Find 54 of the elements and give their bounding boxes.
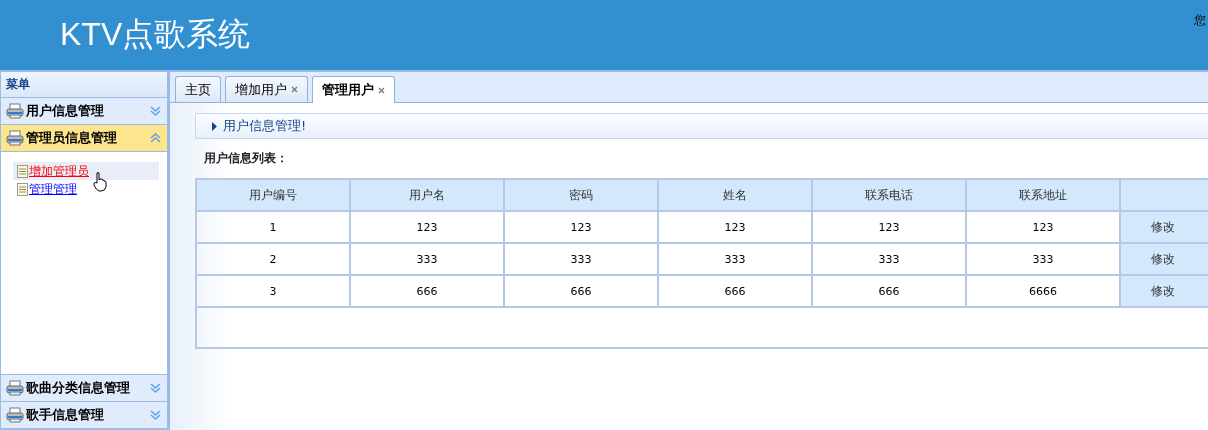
table-cell: 333 — [658, 243, 812, 275]
column-header: 联系地址 — [966, 179, 1120, 211]
table-cell: 123 — [658, 211, 812, 243]
table-cell: 6666 — [966, 275, 1120, 307]
table-cell: 3 — [196, 275, 350, 307]
table-cell: 666 — [812, 275, 966, 307]
tab[interactable]: 管理用户 — [312, 76, 395, 103]
expand-icon[interactable] — [150, 383, 161, 393]
table-cell: 333 — [350, 243, 504, 275]
table-cell: 666 — [658, 275, 812, 307]
table-cell: 333 — [966, 243, 1120, 275]
collapse-icon[interactable] — [150, 133, 161, 143]
table-cell: 666 — [504, 275, 658, 307]
edit-link[interactable]: 修改 — [1151, 283, 1175, 298]
table-cell: 123 — [504, 211, 658, 243]
tab[interactable]: 主页 — [175, 76, 221, 102]
table-cell: 123 — [812, 211, 966, 243]
table-cell: 333 — [504, 243, 658, 275]
sidebar-title: 菜单 — [1, 72, 167, 98]
accordion-header[interactable]: 歌曲分类信息管理 — [1, 375, 167, 402]
accordion-header[interactable]: 歌手信息管理 — [1, 402, 167, 429]
table-cell: 123 — [966, 211, 1120, 243]
close-icon[interactable] — [291, 86, 298, 93]
column-header: 联系电话 — [812, 179, 966, 211]
document-icon — [17, 182, 28, 196]
hand-cursor-icon — [93, 172, 107, 192]
edit-link[interactable]: 修改 — [1151, 219, 1175, 234]
menu-link[interactable]: 管理管理 — [29, 180, 77, 198]
expand-icon[interactable] — [150, 106, 161, 116]
triangle-icon — [212, 121, 217, 131]
table-cell: 1 — [196, 211, 350, 243]
table-cell: 2 — [196, 243, 350, 275]
close-icon[interactable] — [378, 86, 385, 94]
expand-icon[interactable] — [150, 410, 161, 420]
edit-link[interactable]: 修改 — [1151, 251, 1175, 266]
document-icon — [17, 164, 28, 178]
greeting-text: 您 — [1194, 12, 1206, 29]
table-cell: 666 — [350, 275, 504, 307]
column-header: 用户编号 — [196, 179, 350, 211]
breadcrumb-text: 用户信息管理! — [223, 117, 307, 135]
printer-icon — [6, 103, 24, 119]
column-header: 姓名 — [658, 179, 812, 211]
column-header: 用户名 — [350, 179, 504, 211]
accordion-header[interactable]: 用户信息管理 — [1, 98, 167, 125]
column-header: 密码 — [504, 179, 658, 211]
printer-icon — [6, 380, 24, 396]
tab[interactable]: 增加用户 — [225, 76, 308, 102]
printer-icon — [6, 407, 24, 423]
app-title: KTV点歌系统 — [60, 15, 251, 54]
table-cell: 333 — [812, 243, 966, 275]
list-title: 用户信息列表： — [204, 150, 289, 167]
accordion-header[interactable]: 管理员信息管理 — [1, 125, 167, 152]
table-cell: 123 — [350, 211, 504, 243]
printer-icon — [6, 130, 24, 146]
